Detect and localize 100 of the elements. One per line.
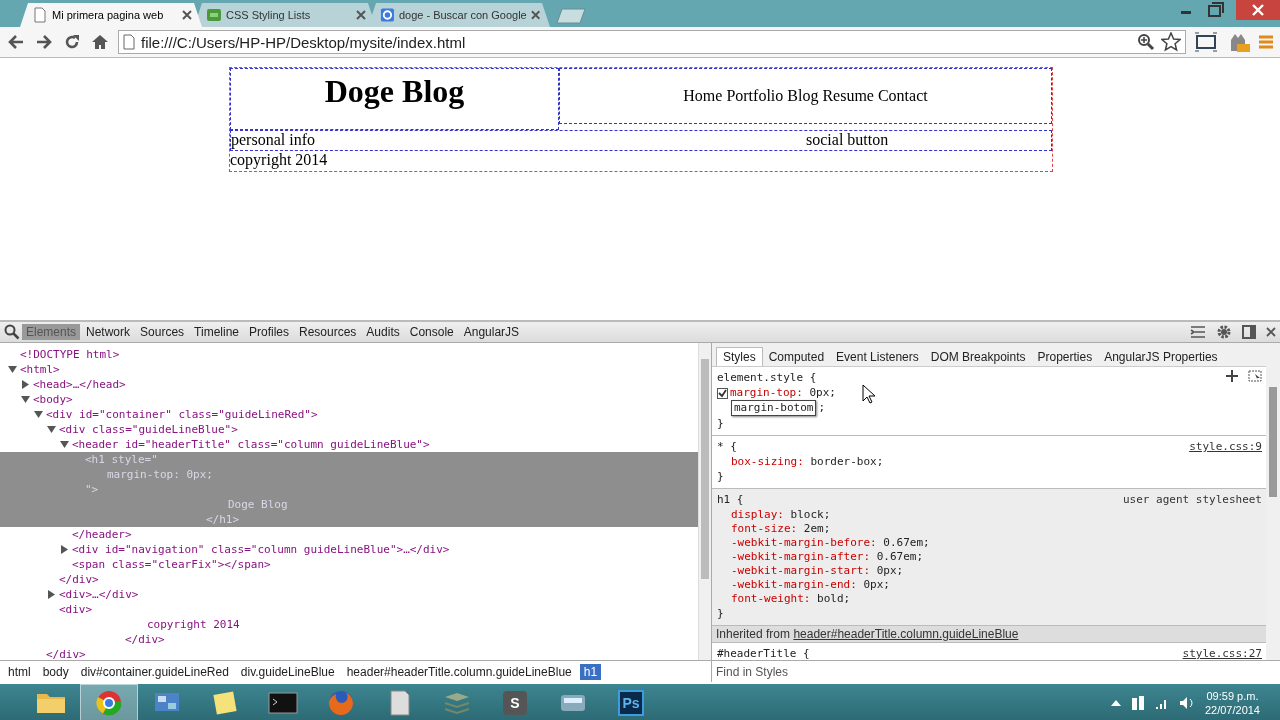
sidebar-tab[interactable]: Computed (762, 347, 831, 366)
find-field[interactable]: Find in Styles (716, 664, 1280, 679)
close-button[interactable] (1236, 0, 1280, 20)
taskbar-app[interactable]: Ps (602, 684, 660, 720)
panel-tab[interactable]: Timeline (190, 324, 243, 340)
panel-tab[interactable]: Network (82, 324, 135, 340)
dom-node[interactable]: <div> copyright 2014 </div> (0, 602, 698, 647)
dom-node[interactable]: <body> (0, 392, 698, 407)
taskbar-app[interactable] (80, 684, 138, 720)
close-icon[interactable] (182, 10, 192, 20)
expanded-arrow-icon[interactable] (21, 395, 30, 404)
tray-arrow-icon[interactable] (1110, 698, 1121, 707)
network-icon[interactable] (1130, 694, 1145, 711)
panel-tab[interactable]: Console (405, 324, 458, 340)
sidebar-tab[interactable]: AngularJS Properties (1098, 347, 1224, 366)
collapsed-arrow-icon[interactable] (60, 545, 69, 554)
expanded-arrow-icon[interactable] (60, 440, 69, 449)
expanded-arrow-icon[interactable] (8, 365, 17, 374)
scrollbar-thumb[interactable] (1269, 387, 1277, 497)
breadcrumb[interactable]: div#container.guideLineRed (76, 663, 233, 680)
dom-node[interactable]: </header> (72, 527, 132, 542)
search-icon[interactable] (4, 324, 20, 340)
sidebar-tab[interactable]: Properties (1031, 347, 1099, 366)
console-drawer-icon[interactable] (1190, 325, 1206, 339)
property-input[interactable]: margin-botom (731, 400, 817, 416)
close-icon[interactable] (1266, 327, 1276, 337)
dom-node[interactable]: <div>…</div> (0, 587, 698, 602)
dom-node[interactable]: <header id="headerTitle" class="column guideLineBlue"> (0, 437, 698, 452)
taskbar-app[interactable]: S (486, 684, 544, 720)
url-field[interactable]: file:///C:/Users/HP-HP/Desktop/mysite/index.html (118, 30, 1186, 54)
breadcrumb[interactable]: header#headerTitle.column.guideLineBlue (342, 663, 576, 680)
sidebar-tab[interactable]: Event Listeners (830, 347, 925, 366)
volume-icon[interactable] (1178, 695, 1195, 710)
dom-node[interactable]: </div> (59, 572, 99, 587)
source-link[interactable]: style.css:27 (1182, 646, 1262, 660)
panel-tab[interactable]: Audits (362, 324, 404, 340)
restore-icon[interactable] (1206, 0, 1226, 20)
dom-node[interactable]: <head>…</head> (0, 377, 698, 392)
closing-brace: } (717, 416, 724, 432)
checkbox[interactable] (717, 387, 728, 399)
panel-tab[interactable]: Sources (136, 324, 189, 340)
fullscreen-icon[interactable] (1194, 32, 1218, 52)
nav-links: Home Portfolio Blog Resume Contact (683, 87, 928, 105)
dom-node[interactable]: <div class="guideLineBlue"> (0, 422, 698, 437)
tab-favicon (206, 7, 222, 23)
collapsed-arrow-icon[interactable] (47, 590, 56, 599)
expanded-arrow-icon[interactable] (47, 425, 56, 434)
close-icon[interactable] (530, 10, 540, 20)
closing-brace: } (717, 469, 724, 485)
close-icon[interactable] (356, 10, 366, 20)
clock-date: 22/07/2014 (1204, 702, 1260, 717)
collapsed-arrow-icon[interactable] (21, 380, 30, 389)
dom-node[interactable]: <!DOCTYPE html> (0, 347, 698, 362)
breadcrumb[interactable]: html (4, 663, 35, 680)
css-value: 0px; (863, 578, 890, 592)
dom-node[interactable]: <div id="navigation" class="column guideLineBlue">…</div> (0, 542, 698, 557)
settings-icon[interactable] (1216, 324, 1232, 340)
dom-node[interactable]: <html> (0, 362, 698, 377)
css-selector: element.style { (717, 370, 817, 386)
breadcrumb[interactable]: h1 (579, 663, 602, 680)
clock-time: 09:59 p.m. (1206, 688, 1259, 703)
css-value: 0.67em; (876, 550, 924, 564)
scrollbar-thumb[interactable] (701, 359, 709, 579)
zoom-icon[interactable] (1137, 33, 1155, 51)
css-value: block; (790, 508, 831, 522)
css-value: bold; (817, 592, 851, 606)
breadcrumb[interactable]: body (38, 663, 73, 680)
source-link[interactable]: style.css:9 (1189, 439, 1262, 455)
css-selector: * { (717, 439, 737, 455)
sidebar-tab[interactable]: DOM Breakpoints (924, 347, 1032, 366)
css-value: 0px; (876, 564, 904, 578)
dock-icon[interactable] (1242, 325, 1256, 339)
element-state-icon[interactable] (1248, 370, 1262, 382)
panel-tab[interactable]: Resources (295, 324, 361, 340)
css-value: border-box; (810, 455, 884, 469)
css-selector: #headerTitle { (717, 646, 810, 660)
browser-tab[interactable]: Mi primera pagina web (20, 3, 202, 27)
dom-node[interactable]: <span class="clearFix"></span> (0, 557, 698, 572)
css-property: -webkit-margin-before: (731, 536, 877, 550)
css-property: margin-top: (730, 386, 803, 400)
add-icon[interactable] (1226, 370, 1238, 382)
dom-node[interactable]: <div id="container" class="guideLineRed"> (0, 407, 698, 422)
dom-node[interactable]: </div> (46, 647, 86, 660)
close-icon (1252, 4, 1264, 16)
page-heading: Doge Blog (324, 73, 465, 110)
page-icon (123, 34, 135, 50)
section-label: personal info (231, 131, 315, 148)
sidebar-tab[interactable]: Styles (716, 347, 763, 366)
panel-tab[interactable]: Profiles (245, 324, 293, 340)
check-icon (718, 388, 727, 398)
css-property: -webkit-margin-start: (731, 564, 871, 578)
panel-tab[interactable]: AngularJS (459, 324, 524, 340)
css-value: ; (818, 401, 826, 415)
mouse-pointer-icon (862, 384, 876, 404)
expanded-arrow-icon[interactable] (34, 410, 43, 419)
home-icon[interactable] (90, 32, 110, 52)
tab-favicon (380, 7, 395, 23)
breadcrumb[interactable]: div.guideLineBlue (236, 663, 339, 680)
selector-link[interactable]: header#headerTitle.column.guideLineBlue (793, 627, 1019, 641)
star-icon[interactable] (1161, 32, 1181, 52)
